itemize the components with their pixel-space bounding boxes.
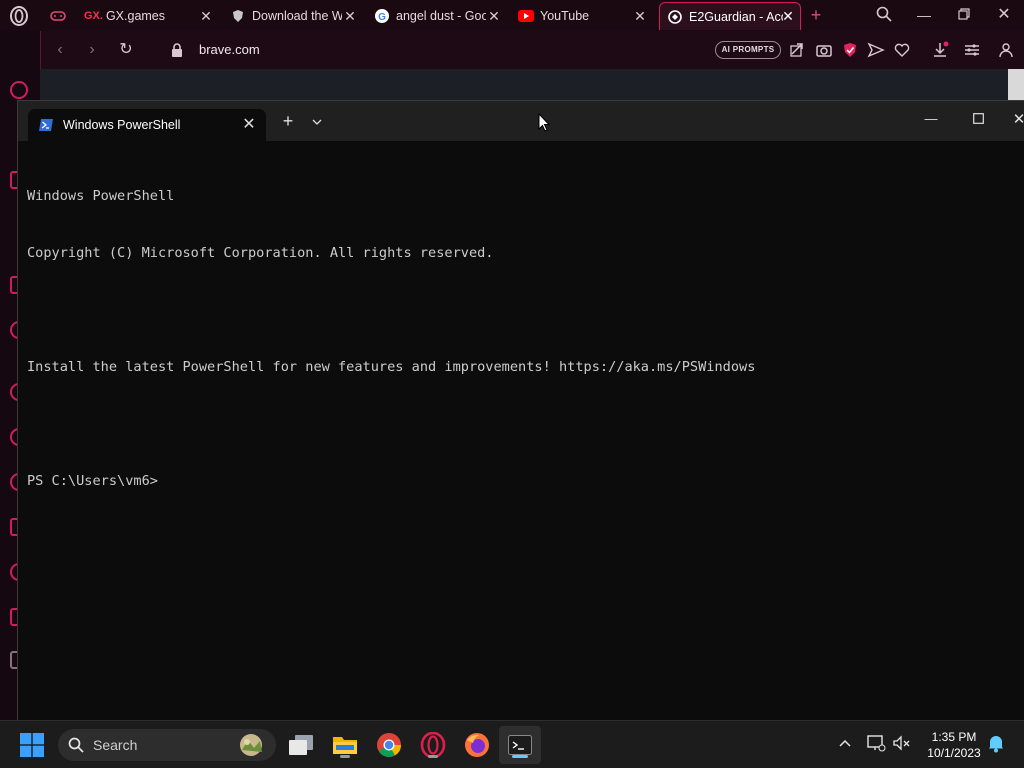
close-tab-icon[interactable]: ✕ xyxy=(780,8,796,24)
maximize-icon[interactable] xyxy=(968,111,988,129)
chevron-up-icon[interactable] xyxy=(835,733,855,753)
powershell-icon xyxy=(39,119,53,131)
opera-gx-logo-icon[interactable] xyxy=(9,6,29,26)
heart-icon[interactable] xyxy=(893,41,911,59)
terminal-output[interactable]: Windows PowerShell Copyright (C) Microso… xyxy=(27,149,1022,709)
opera-gx-button[interactable] xyxy=(417,729,449,761)
chrome-icon xyxy=(377,733,401,758)
lock-icon[interactable] xyxy=(169,42,185,58)
clock-date: 10/1/2023 xyxy=(927,746,981,760)
task-view-icon xyxy=(289,735,313,755)
ai-prompts-button[interactable]: AI PROMPTS xyxy=(715,41,781,59)
browser-restore-icon[interactable] xyxy=(954,6,974,24)
terminal-icon xyxy=(508,735,532,755)
search-label: Search xyxy=(93,737,138,753)
close-icon[interactable]: ✕ xyxy=(1012,110,1024,130)
browser-tab-gaming[interactable] xyxy=(50,3,70,29)
start-button[interactable] xyxy=(16,729,48,761)
terminal-line: Windows PowerShell xyxy=(27,188,175,204)
task-view-button[interactable] xyxy=(285,729,317,761)
minimize-icon[interactable]: — xyxy=(920,109,942,129)
terminal-title-bar[interactable]: Windows PowerShell ✕ + — ✕ xyxy=(18,101,1024,141)
browser-address-bar: ‹ › ↻ brave.com AI PROMPTS xyxy=(40,31,1024,69)
active-indicator xyxy=(512,755,528,758)
terminal-line: Install the latest PowerShell for new fe… xyxy=(27,359,756,375)
chevron-down-icon[interactable] xyxy=(308,111,326,131)
svg-text:G: G xyxy=(378,12,386,23)
browser-tab-bar: GX. GX.games ✕ Download the W ✕ G angel … xyxy=(0,0,1024,31)
volume-muted-icon[interactable] xyxy=(892,733,912,753)
address-url[interactable]: brave.com xyxy=(199,42,260,57)
search-icon xyxy=(68,737,84,753)
back-icon[interactable]: ‹ xyxy=(51,41,69,59)
close-tab-icon[interactable]: ✕ xyxy=(632,8,648,24)
terminal-prompt[interactable]: PS C:\Users\vm6> xyxy=(27,472,1022,491)
camera-icon[interactable] xyxy=(815,41,833,59)
google-icon: G xyxy=(374,8,390,24)
reload-icon[interactable]: ↻ xyxy=(117,41,135,59)
youtube-icon xyxy=(518,8,534,24)
gamepad-icon xyxy=(50,8,66,24)
mouse-pointer-icon xyxy=(538,113,550,132)
network-icon[interactable] xyxy=(866,733,886,753)
close-tab-icon[interactable]: ✕ xyxy=(240,116,258,134)
shield-icon xyxy=(230,8,246,24)
running-indicator xyxy=(428,755,438,758)
firefox-icon xyxy=(465,733,489,757)
e2guardian-icon xyxy=(667,9,683,25)
share-icon[interactable] xyxy=(789,41,807,59)
browser-tab-google[interactable]: G angel dust - Goo ✕ xyxy=(374,3,506,29)
easy-setup-icon[interactable] xyxy=(963,41,981,59)
chrome-button[interactable] xyxy=(373,729,405,761)
terminal-new-tab-button[interactable]: + xyxy=(278,111,298,131)
file-explorer-button[interactable] xyxy=(329,729,361,761)
profile-icon[interactable] xyxy=(997,41,1015,59)
search-highlight-art-icon xyxy=(240,734,262,756)
running-indicator xyxy=(340,755,350,758)
terminal-tab-powershell[interactable]: Windows PowerShell ✕ xyxy=(28,109,266,141)
forward-icon[interactable]: › xyxy=(83,41,101,59)
terminal-tab-title: Windows PowerShell xyxy=(63,118,181,132)
adblock-shield-icon[interactable] xyxy=(841,41,859,59)
terminal-line: Copyright (C) Microsoft Corporation. All… xyxy=(27,245,494,261)
browser-minimize-icon[interactable]: — xyxy=(914,6,934,24)
download-icon[interactable] xyxy=(931,41,949,59)
folder-icon xyxy=(333,737,357,754)
browser-close-icon[interactable]: ✕ xyxy=(994,6,1014,24)
terminal-window: Windows PowerShell ✕ + — ✕ Windows Power… xyxy=(17,100,1024,721)
close-tab-icon[interactable]: ✕ xyxy=(486,8,502,24)
notification-bell-icon[interactable] xyxy=(986,733,1006,753)
browser-tab-e2guardian[interactable]: E2Guardian - Acc ✕ xyxy=(659,2,801,30)
new-tab-button[interactable]: + xyxy=(806,6,826,24)
gx-icon: GX. xyxy=(84,10,103,22)
firefox-button[interactable] xyxy=(461,729,493,761)
browser-tab-download[interactable]: Download the W ✕ xyxy=(230,3,362,29)
system-clock[interactable]: 1:35 PM 10/1/2023 xyxy=(920,729,988,761)
sidebar-speed-dial-icon[interactable] xyxy=(10,81,28,99)
terminal-taskbar-button[interactable] xyxy=(504,729,536,761)
windows-logo-icon xyxy=(20,733,44,757)
browser-tab-gx-games[interactable]: GX. GX.games ✕ xyxy=(84,3,218,29)
close-tab-icon[interactable]: ✕ xyxy=(198,8,214,24)
clock-time: 1:35 PM xyxy=(931,730,977,744)
browser-tab-youtube[interactable]: YouTube ✕ xyxy=(518,3,652,29)
send-icon[interactable] xyxy=(867,41,885,59)
taskbar: Search 1:35 PM 10/1/2023 xyxy=(0,720,1024,768)
browser-search-icon[interactable] xyxy=(874,6,894,24)
close-tab-icon[interactable]: ✕ xyxy=(342,8,358,24)
taskbar-search[interactable]: Search xyxy=(58,729,276,761)
